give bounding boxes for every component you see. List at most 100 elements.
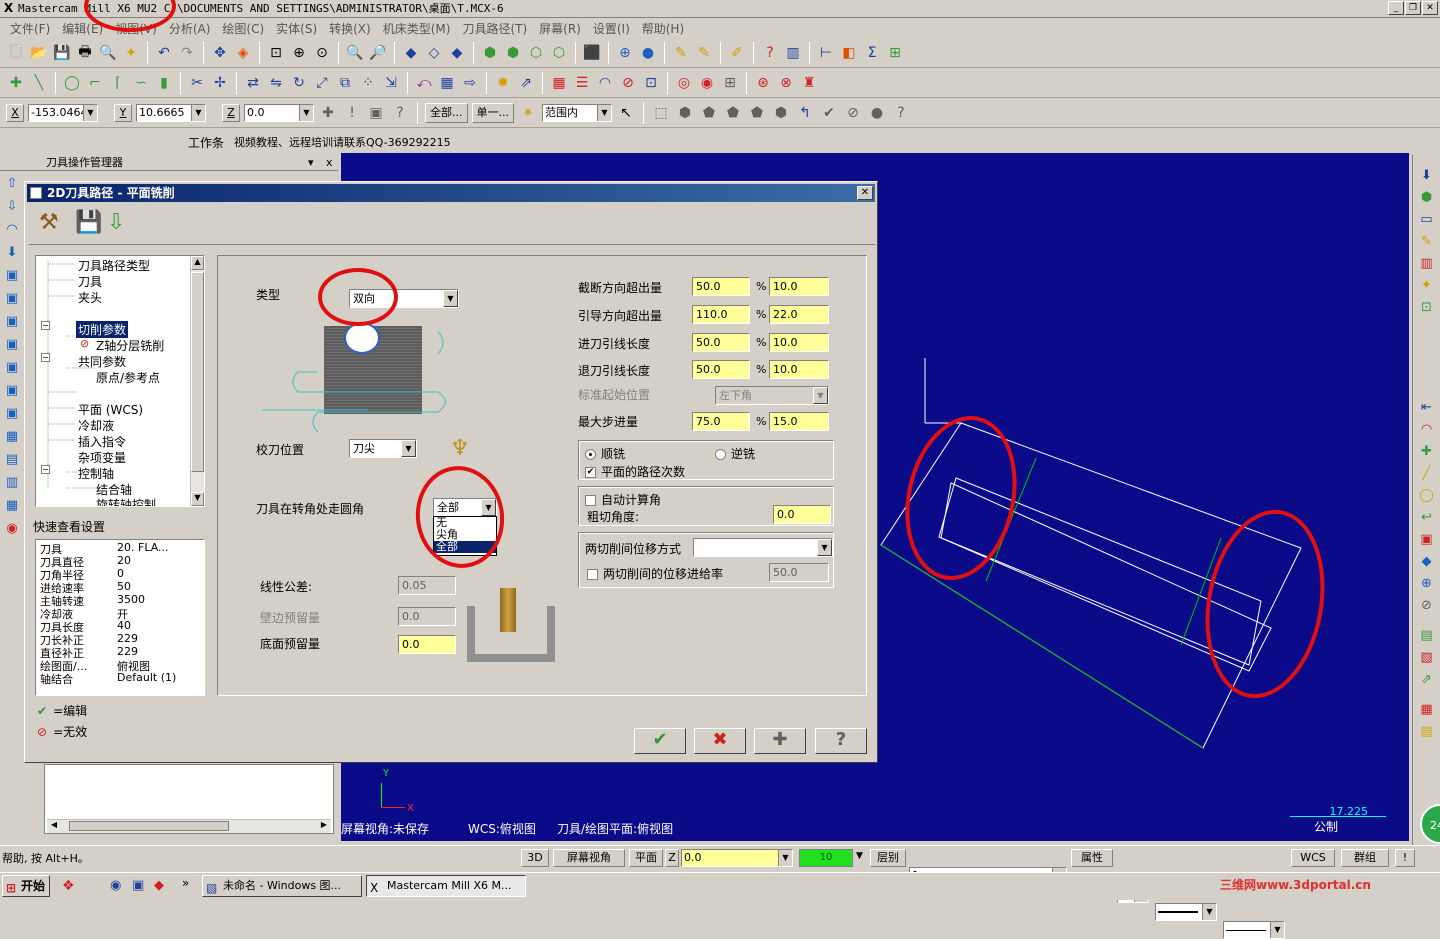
pencil-icon[interactable]: ✎ [671, 43, 691, 63]
radio-on-icon[interactable] [585, 449, 596, 460]
tree-icon[interactable]: ▦ [2, 495, 22, 515]
checkbox-empty-icon[interactable] [585, 495, 596, 506]
sigma-icon[interactable]: Σ [862, 43, 882, 63]
max-step-input[interactable]: 75.0 [692, 412, 750, 431]
analyze-icon[interactable]: ⊞ [885, 43, 905, 63]
layers-icon[interactable]: ▤ [2, 449, 22, 469]
scroll-right-icon[interactable]: ▶ [317, 820, 331, 832]
line-style-select[interactable]: ▼ [1155, 903, 1217, 921]
right-solid-icon[interactable]: ⬢ [1416, 187, 1438, 207]
help-button[interactable]: ? [815, 728, 867, 754]
tree-item-coolant[interactable]: 冷却液 [78, 417, 114, 434]
cursor-icon[interactable]: ↖ [616, 103, 636, 123]
globe-icon[interactable]: ⊕ [615, 43, 635, 63]
load-defaults-icon[interactable]: ⇩ [107, 210, 125, 235]
offset-icon[interactable]: ⧉ [335, 73, 355, 93]
param-percent-input[interactable]: 10.0 [769, 333, 829, 352]
undo-icon[interactable]: ↶ [154, 43, 174, 63]
fast-point-icon[interactable]: ✚ [318, 103, 338, 123]
quicklaunch-more[interactable]: » [182, 876, 189, 890]
restore-button[interactable]: ❐ [1405, 1, 1421, 15]
y-coord-input[interactable]: 10.6665 ▼ [136, 103, 206, 122]
back-icon[interactable]: ↰ [795, 103, 815, 123]
toolpath-up-icon[interactable]: ⇧ [2, 173, 22, 193]
checkbox-checked-icon[interactable]: ✔ [585, 467, 596, 478]
help-query-icon[interactable]: ? [760, 43, 780, 63]
right-transform-icon[interactable]: ⇗ [1416, 669, 1438, 689]
wall-stock-input[interactable]: 0.0 [398, 607, 456, 626]
right-pencil-icon[interactable]: ✎ [1416, 231, 1438, 251]
right-save-icon[interactable]: ⬇ [1416, 165, 1438, 185]
scroll-thumb[interactable] [69, 821, 229, 831]
new-file-icon[interactable]: 🗋 [6, 43, 26, 63]
right-monitor-icon[interactable]: ▭ [1416, 209, 1438, 229]
right-plus-icon[interactable]: ✚ [1416, 441, 1438, 461]
toolpath-copy-icon[interactable]: ⇩ [2, 196, 22, 216]
lock-icon[interactable]: ▣ [366, 103, 386, 123]
tree-collapse-icon[interactable]: − [41, 321, 50, 330]
auto-angle-checkbox[interactable]: 自动计算角 [585, 491, 661, 508]
param-value-input[interactable]: 50.0 [692, 360, 750, 379]
dialog-close-button[interactable]: ✕ [857, 186, 873, 200]
redo-icon[interactable]: ↷ [177, 43, 197, 63]
drill-icon[interactable]: ⊘ [618, 73, 638, 93]
chevron-down-icon[interactable]: ▼ [817, 539, 832, 556]
scale-icon[interactable]: ⤢ [312, 73, 332, 93]
trim-icon[interactable]: ✂ [187, 73, 207, 93]
arrow-down-icon[interactable]: ⬇ [2, 242, 22, 262]
contour-tool-icon[interactable]: ◠ [2, 219, 22, 239]
right-globe-icon[interactable]: ⊕ [1416, 573, 1438, 593]
screen-view-button[interactable]: 屏幕视角 [553, 849, 625, 867]
exclaim-icon[interactable]: ! [342, 103, 362, 123]
box6-icon[interactable]: ▣ [2, 380, 22, 400]
checkbox-empty-icon[interactable] [587, 569, 598, 580]
max-step-percent-input[interactable]: 15.0 [769, 412, 829, 431]
exclaim-button[interactable]: ! [1395, 849, 1415, 867]
right-arc-icon[interactable]: ◠ [1416, 419, 1438, 439]
z-depth-input[interactable]: 0.0 ▼ [681, 849, 793, 867]
verify-icon[interactable]: ◉ [697, 73, 717, 93]
box5-icon[interactable]: ▣ [2, 357, 22, 377]
fillet-icon[interactable]: ⌐ [85, 73, 105, 93]
box2-icon[interactable]: ▣ [2, 288, 22, 308]
menu-toolpaths[interactable]: 刀具路径(T) [456, 20, 533, 37]
grid-small-icon[interactable]: ▦ [2, 426, 22, 446]
chamfer-icon[interactable]: ⌈ [108, 73, 128, 93]
ops-icon[interactable]: ⇨ [460, 73, 480, 93]
tree-item-axis-control[interactable]: 控制轴 [78, 465, 114, 482]
help-select-icon[interactable]: ? [891, 103, 911, 123]
chevron-down-icon[interactable]: ▼ [83, 104, 97, 121]
stack-icon[interactable]: ▥ [2, 472, 22, 492]
light-icon[interactable]: ✹ [493, 73, 513, 93]
tree-item-misc-values[interactable]: 杂项变量 [78, 449, 126, 466]
floor-stock-input[interactable]: 0.0 [398, 635, 456, 654]
right-circle-icon[interactable]: ◯ [1416, 485, 1438, 505]
tree-collapse-icon[interactable]: − [41, 465, 50, 474]
mirror-icon[interactable]: ⇋ [266, 73, 286, 93]
menu-settings[interactable]: 设置(I) [587, 20, 636, 37]
right-folder-icon[interactable]: ▤ [1416, 721, 1438, 741]
vertex-select-icon[interactable]: ⬢ [771, 103, 791, 123]
zoom-target-icon[interactable]: ⊙ [312, 43, 332, 63]
tree-item-tool[interactable]: 刀具 [78, 273, 102, 290]
move-between-select[interactable]: ▼ [693, 538, 833, 557]
dimension-icon[interactable]: ⊢ [816, 43, 836, 63]
backplot-icon[interactable]: ◎ [674, 73, 694, 93]
manager-pin-button[interactable]: ▾ [308, 155, 314, 171]
start-button[interactable]: ⊞ 开始 [2, 875, 50, 897]
plane-button[interactable]: 平面 [629, 849, 663, 867]
chevron-down-icon[interactable]: ▼ [856, 851, 863, 861]
table-icon[interactable]: ▦ [549, 73, 569, 93]
cancel-button[interactable]: ✖ [694, 728, 746, 754]
edge-select-icon[interactable]: ⬟ [747, 103, 767, 123]
rough-angle-input[interactable]: 0.0 [773, 505, 831, 524]
list-icon[interactable]: ☰ [572, 73, 592, 93]
param-percent-input[interactable]: 10.0 [769, 277, 829, 296]
save-defaults-icon[interactable]: 💾 [75, 210, 102, 235]
circle-icon[interactable]: ◯ [62, 73, 82, 93]
manager-close-button[interactable]: x [326, 155, 333, 171]
chevron-down-icon[interactable]: ▼ [778, 850, 792, 866]
mode-3d-button[interactable]: 3D [521, 849, 549, 867]
tool-pos-select[interactable]: 刀尖 ▼ [349, 439, 417, 458]
scroll-left-icon[interactable]: ◀ [47, 820, 61, 832]
